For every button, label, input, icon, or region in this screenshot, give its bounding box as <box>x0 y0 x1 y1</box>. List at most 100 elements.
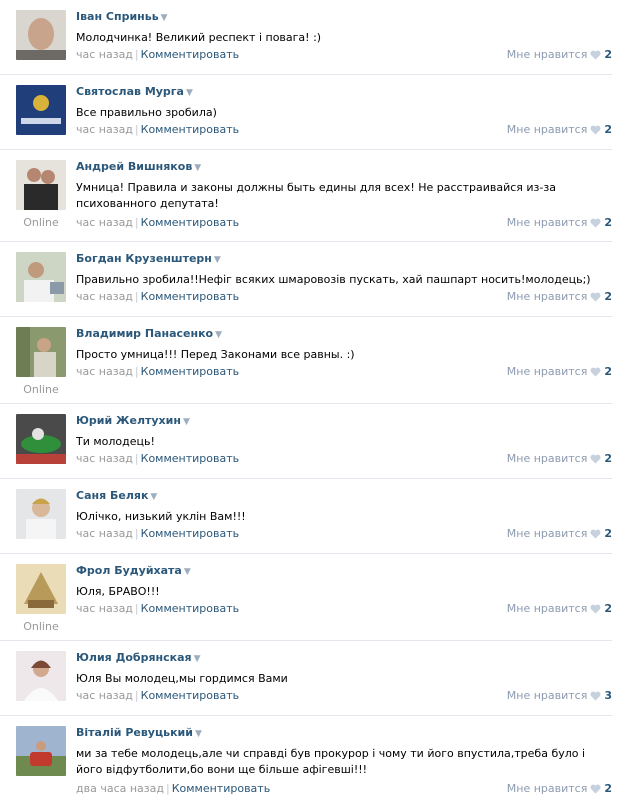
chevron-down-icon[interactable]: ▼ <box>184 567 191 577</box>
comment-time[interactable]: час назад <box>76 602 133 615</box>
reply-link[interactable]: Комментировать <box>141 48 239 61</box>
comment-text: Юлічко, низький уклін Вам!!! <box>76 510 246 523</box>
like-label: Мне нравится <box>506 216 588 229</box>
reply-link[interactable]: Комментировать <box>141 365 239 378</box>
avatar[interactable] <box>16 10 66 60</box>
like-label: Мне нравится <box>506 689 588 702</box>
heart-icon <box>590 529 601 538</box>
comment-meta: час назад | Комментировать <box>76 216 240 229</box>
like-label: Мне нравится <box>506 290 588 303</box>
like-count: 2 <box>604 216 612 229</box>
like-button[interactable]: Мне нравится 2 <box>507 602 612 615</box>
chevron-down-icon[interactable]: ▼ <box>194 654 201 664</box>
like-count: 2 <box>604 48 612 61</box>
comment-author[interactable]: Богдан Крузенштерн ▼ <box>76 252 221 265</box>
comment-text: Правильно зробила!!Нефіг всяких шмаровоз… <box>76 273 591 286</box>
avatar[interactable] <box>16 564 66 614</box>
heart-icon <box>590 50 601 59</box>
heart-icon <box>590 604 601 613</box>
comment-author[interactable]: Андрей Вишняков ▼ <box>76 160 201 173</box>
comment-author[interactable]: Саня Беляк ▼ <box>76 489 157 502</box>
comment-author[interactable]: Іван Сприньь ▼ <box>76 10 168 23</box>
reply-link[interactable]: Комментировать <box>172 782 270 795</box>
avatar[interactable] <box>16 252 66 302</box>
comment-time[interactable]: час назад <box>76 527 133 540</box>
heart-icon <box>590 454 601 463</box>
comment-meta: час назад | Комментировать <box>76 527 240 540</box>
comment-author[interactable]: Святослав Мурга ▼ <box>76 85 193 98</box>
comment-author[interactable]: Фрол Будуйхата ▼ <box>76 564 191 577</box>
comment-time[interactable]: час назад <box>76 216 133 229</box>
comment-time[interactable]: час назад <box>76 365 133 378</box>
chevron-down-icon[interactable]: ▼ <box>214 255 221 265</box>
like-button[interactable]: Мне нравится 2 <box>507 216 612 229</box>
avatar[interactable] <box>16 651 66 701</box>
like-button[interactable]: Мне нравится 2 <box>507 365 612 378</box>
chevron-down-icon[interactable]: ▼ <box>183 417 190 427</box>
chevron-down-icon[interactable]: ▼ <box>186 88 193 98</box>
like-count: 2 <box>604 290 612 303</box>
chevron-down-icon[interactable]: ▼ <box>215 330 222 340</box>
comment-text: Молодчинка! Великий респект і повага! :) <box>76 31 322 44</box>
avatar[interactable] <box>16 85 66 135</box>
like-button[interactable]: Мне нравится 2 <box>507 527 612 540</box>
like-button[interactable]: Мне нравится 2 <box>507 290 612 303</box>
comment-text: Ти молодець! <box>76 435 155 448</box>
chevron-down-icon[interactable]: ▼ <box>150 492 157 502</box>
comment-time[interactable]: час назад <box>76 689 133 702</box>
avatar[interactable] <box>16 726 66 776</box>
comment-meta: час назад | Комментировать <box>76 365 240 378</box>
comment-text: ми за тебе молодець,але чи справді був п… <box>76 747 586 776</box>
comment-time[interactable]: два часа назад <box>76 782 164 795</box>
like-button[interactable]: Мне нравится 2 <box>507 48 612 61</box>
chevron-down-icon[interactable]: ▼ <box>195 729 202 739</box>
online-status: Online <box>23 383 59 396</box>
avatar[interactable] <box>16 327 66 377</box>
comment-time[interactable]: час назад <box>76 48 133 61</box>
like-button[interactable]: Мне нравится 2 <box>507 782 612 795</box>
comment-meta: час назад | Комментировать <box>76 602 240 615</box>
reply-link[interactable]: Комментировать <box>141 689 239 702</box>
reply-link[interactable]: Комментировать <box>141 527 239 540</box>
comment-text: Умница! Правила и законы должны быть еди… <box>76 181 556 210</box>
comment-text: Юля, БРАВО!!! <box>76 585 160 598</box>
heart-icon <box>590 367 601 376</box>
comment-time[interactable]: час назад <box>76 290 133 303</box>
like-label: Мне нравится <box>506 123 588 136</box>
comment-item: Віталій Ревуцький ▼ ми за тебе молодець,а… <box>0 716 612 803</box>
avatar[interactable] <box>16 160 66 210</box>
like-button[interactable]: Мне нравится 3 <box>507 689 612 702</box>
chevron-down-icon[interactable]: ▼ <box>194 163 201 173</box>
like-button[interactable]: Мне нравится 2 <box>507 452 612 465</box>
comment-text: Все правильно зробила) <box>76 106 217 119</box>
like-label: Мне нравится <box>506 365 588 378</box>
heart-icon <box>590 218 601 227</box>
like-label: Мне нравится <box>506 782 588 795</box>
like-button[interactable]: Мне нравится 2 <box>507 123 612 136</box>
comment-author[interactable]: Юлия Добрянская ▼ <box>76 651 201 664</box>
like-count: 3 <box>604 689 612 702</box>
comment-time[interactable]: час назад <box>76 123 133 136</box>
reply-link[interactable]: Комментировать <box>141 602 239 615</box>
comment-meta: час назад | Комментировать <box>76 48 240 61</box>
comment-item: Online Владимир Панасенко ▼ Просто умница… <box>0 317 612 404</box>
reply-link[interactable]: Комментировать <box>141 123 239 136</box>
like-label: Мне нравится <box>506 452 588 465</box>
chevron-down-icon[interactable]: ▼ <box>161 13 168 23</box>
reply-link[interactable]: Комментировать <box>141 290 239 303</box>
comment-item: Online Андрей Вишняков ▼ Умница! Правила … <box>0 150 612 242</box>
comment-meta: два часа назад | Комментировать <box>76 782 271 795</box>
avatar[interactable] <box>16 489 66 539</box>
comment-meta: час назад | Комментировать <box>76 123 240 136</box>
comment-author[interactable]: Юрий Желтухин ▼ <box>76 414 190 427</box>
avatar[interactable] <box>16 414 66 464</box>
comment-item: Саня Беляк ▼ Юлічко, низький уклін Вам!!!… <box>0 479 612 554</box>
comment-author[interactable]: Віталій Ревуцький ▼ <box>76 726 202 739</box>
online-status: Online <box>23 620 59 633</box>
comment-item: Іван Сприньь ▼ Молодчинка! Великий респек… <box>0 0 612 75</box>
reply-link[interactable]: Комментировать <box>141 452 239 465</box>
comment-author[interactable]: Владимир Панасенко ▼ <box>76 327 222 340</box>
comment-time[interactable]: час назад <box>76 452 133 465</box>
comment-item: Богдан Крузенштерн ▼ Правильно зробила!!Н… <box>0 242 612 317</box>
reply-link[interactable]: Комментировать <box>141 216 239 229</box>
